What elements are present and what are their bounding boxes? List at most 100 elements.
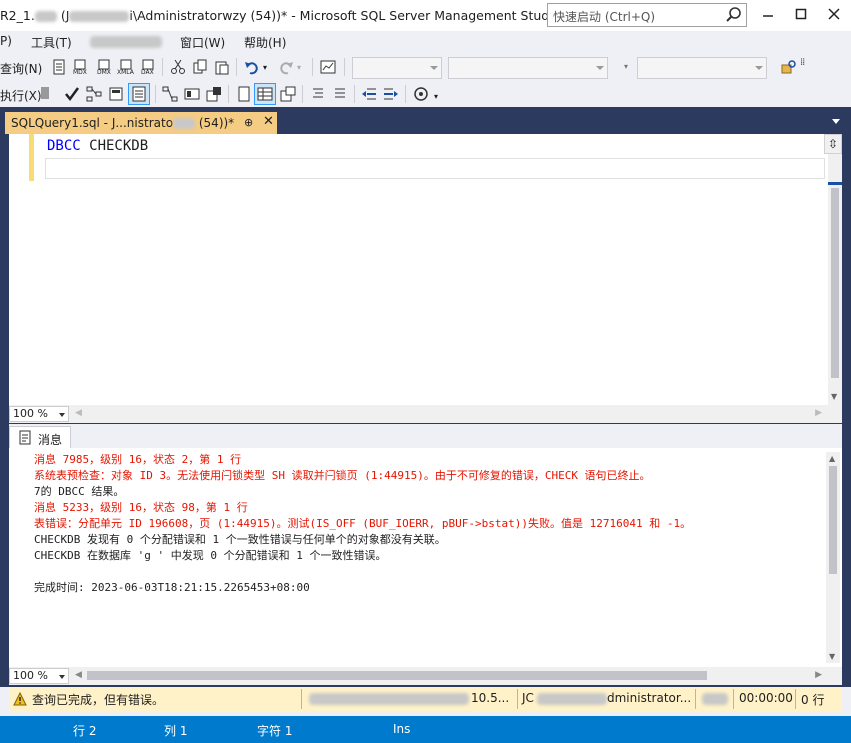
elapsed-time: 00:00:00 (739, 691, 793, 705)
editor-text: CHECKDB (80, 138, 149, 154)
results-zoom-combo[interactable]: 100 % (9, 668, 69, 684)
menu-project[interactable]: P) (0, 34, 12, 48)
parse-checkmark-icon[interactable] (64, 86, 80, 102)
specify-template-values-icon[interactable] (413, 86, 429, 102)
scroll-right-icon[interactable]: ▶ (815, 408, 822, 418)
messages-vertical-scrollbar[interactable]: ▲ ▼ (826, 452, 840, 663)
results-to-file-icon[interactable] (280, 86, 296, 102)
find-in-files-icon[interactable] (781, 59, 797, 75)
xmla-label: XMLA (117, 69, 134, 76)
title-mid: (J (60, 8, 70, 23)
scroll-left-icon[interactable]: ◀ (75, 408, 82, 418)
activity-monitor-icon[interactable] (320, 59, 336, 75)
uncomment-icon[interactable] (332, 86, 348, 102)
editor-zoom-bar: 100 % ◀ ▶ (9, 405, 842, 423)
message-line: 表错误：分配单元 ID 196608，页 (1:44915)。测试(IS_OFF… (34, 517, 692, 530)
pin-icon[interactable]: ⊕ (244, 116, 253, 129)
scroll-up-icon[interactable]: ▲ (829, 454, 835, 463)
menu-tools[interactable]: 工具(T) (31, 34, 72, 51)
include-plan-icon[interactable] (162, 86, 178, 102)
editor-zoom-combo[interactable]: 100 % (9, 406, 69, 422)
scroll-down-icon[interactable]: ▼ (831, 392, 837, 401)
status-separator (517, 689, 518, 709)
warning-icon (13, 692, 27, 706)
execute-button[interactable]: 执行(X) (0, 87, 42, 104)
results-to-grid-button[interactable] (128, 83, 150, 105)
results-hscroll-thumb[interactable] (87, 671, 707, 680)
char-indicator: 字符 1 (257, 724, 293, 738)
results-tab-bar: 消息 (9, 424, 842, 448)
title-suffix: i\Administratorwzy (54))* - Microsoft SQ… (129, 8, 573, 23)
status-separator (695, 689, 696, 709)
query-options-icon[interactable] (108, 86, 124, 102)
cancel-query-icon[interactable] (41, 87, 49, 99)
query-status-bar: 查询已完成，但有错误。 10.5... JC dministrator... 0… (9, 687, 842, 711)
undo-dropdown-icon[interactable]: ▾ (263, 63, 267, 72)
toolbar-overflow-icon[interactable]: ⁞⁞ (800, 57, 805, 68)
editor-scroll-thumb[interactable] (831, 188, 839, 378)
new-query-button[interactable]: 查询(N) (0, 60, 42, 77)
grid-toggle-button[interactable] (254, 83, 276, 105)
tab-sqlquery1[interactable]: SQLQuery1.sql - J...nistrato (54))* ⊕ ✕ (5, 112, 277, 134)
tab-messages[interactable]: 消息 (9, 426, 71, 448)
redo-dropdown-icon[interactable]: ▾ (297, 63, 301, 72)
tab-overflow-dropdown-icon[interactable] (830, 115, 842, 127)
user-name: dministrator... (607, 691, 692, 705)
comment-icon[interactable] (310, 86, 326, 102)
row-count: 0 行 (801, 693, 825, 707)
copy-icon[interactable] (192, 59, 208, 75)
grid-icon (257, 87, 273, 101)
maximize-button[interactable] (784, 0, 818, 28)
editor-split-button[interactable]: ⇳ (824, 134, 842, 154)
toolbar-separator (302, 85, 303, 103)
increase-indent-icon[interactable] (383, 86, 399, 102)
scroll-left-icon[interactable]: ◀ (75, 670, 82, 680)
scroll-right-icon[interactable]: ▶ (815, 670, 822, 680)
editor-vertical-scrollbar[interactable]: ▼ (828, 154, 842, 405)
database-blur (702, 693, 728, 705)
live-stats-icon[interactable] (184, 86, 200, 102)
server-version: 10.5... (471, 691, 510, 705)
scroll-down-icon[interactable]: ▼ (829, 652, 835, 661)
results-to-grid-icon (132, 86, 146, 102)
messages-scroll-thumb[interactable] (829, 466, 837, 574)
find-combo[interactable] (637, 57, 767, 79)
toolbar-standard: 查询(N) MDX DMX XMLA DAX ▾ ▾ ▾ ⁞⁞ (0, 54, 851, 81)
query-editor[interactable]: DBCC CHECKDB ⇳ ▼ (9, 134, 842, 405)
minimize-icon (763, 15, 773, 17)
decrease-indent-icon[interactable] (361, 86, 377, 102)
close-window-button[interactable] (817, 0, 851, 28)
column-indicator: 列 1 (164, 724, 188, 738)
quick-launch-placeholder: 快速启动 (Ctrl+Q) (553, 10, 656, 24)
menu-window[interactable]: 窗口(W) (180, 34, 225, 51)
combo-dropdown-icon[interactable]: ▾ (624, 62, 628, 71)
tab-label: SQLQuery1.sql - J...nistrato (54))* (11, 116, 235, 130)
menu-help[interactable]: 帮助(H) (244, 34, 286, 51)
message-line: CHECKDB 发现有 0 个分配错误和 1 个一致性错误与任何单个的对象都没有… (34, 533, 446, 546)
results-to-text-icon[interactable] (236, 86, 252, 102)
paste-icon[interactable] (214, 59, 230, 75)
messages-tab-label: 消息 (38, 433, 63, 447)
cut-icon[interactable] (170, 59, 186, 75)
messages-pane[interactable]: 消息 7985，级别 16，状态 2，第 1 行系统表预检查：对象 ID 3。无… (9, 448, 842, 667)
quick-launch-input[interactable]: 快速启动 (Ctrl+Q) (547, 3, 747, 27)
title-prefix: R2_1. (0, 8, 35, 23)
connection-blur (537, 693, 607, 705)
solution-config-combo[interactable] (352, 57, 442, 79)
client-stats-icon[interactable] (206, 86, 222, 102)
undo-icon[interactable] (244, 59, 260, 75)
platform-combo[interactable] (448, 57, 608, 79)
toolbar-separator (236, 58, 237, 76)
toolbar-dropdown-icon[interactable]: ▾ (434, 92, 438, 101)
toolbar-separator (155, 85, 156, 103)
display-plan-icon[interactable] (86, 86, 102, 102)
minimize-button[interactable] (751, 0, 785, 28)
ssms-window: R2_1. (J i\Administratorwzy (54))* - Micr… (0, 0, 851, 743)
message-line: 7的 DBCC 结果。 (34, 485, 125, 498)
search-icon[interactable] (725, 6, 743, 24)
close-tab-icon[interactable]: ✕ (263, 114, 274, 129)
message-line: 消息 5233，级别 16，状态 98，第 1 行 (34, 501, 248, 514)
db-engine-query-icon[interactable] (51, 59, 67, 75)
redo-icon[interactable] (278, 59, 294, 75)
status-separator (795, 689, 796, 709)
